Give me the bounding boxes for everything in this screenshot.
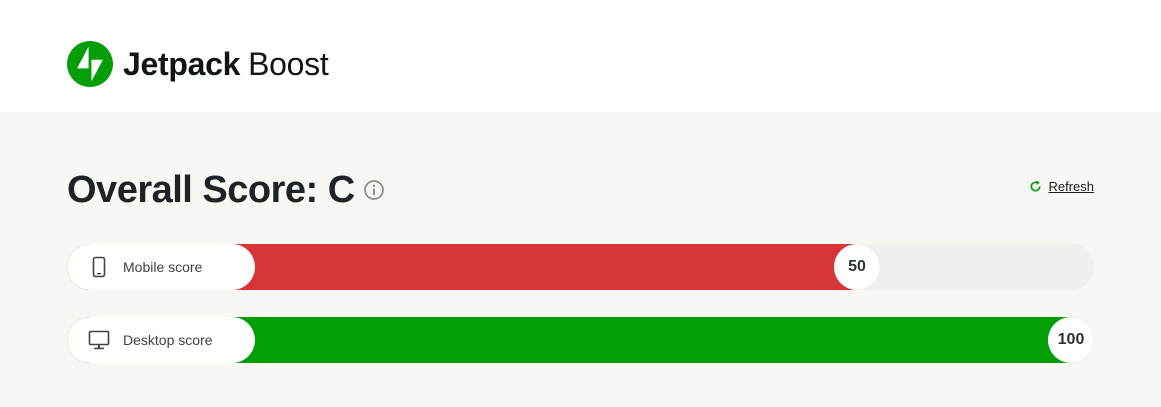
desktop-score-label: Desktop score (67, 317, 255, 363)
page-title: Overall Score: C (67, 169, 355, 211)
mobile-score-text: Mobile score (123, 259, 203, 275)
mobile-score-label: Mobile score (67, 244, 255, 290)
refresh-icon (1030, 180, 1041, 192)
mobile-icon (92, 256, 106, 278)
jetpack-boost-logo: Jetpack Boost (67, 41, 329, 87)
mobile-score-bar: Mobile score 50 (67, 244, 1094, 290)
score-heading: Overall Score: C (67, 168, 385, 212)
desktop-score-bar: Desktop score 100 (67, 317, 1094, 363)
refresh-label: Refresh (1048, 179, 1094, 194)
logo-text: Jetpack Boost (123, 46, 329, 82)
mobile-score-value: 50 (834, 244, 880, 290)
header: Jetpack Boost (0, 0, 1161, 112)
jetpack-bolt-icon (67, 41, 113, 87)
logo-product: Boost (248, 46, 329, 82)
refresh-button[interactable]: Refresh (1029, 179, 1094, 194)
desktop-icon (88, 330, 110, 350)
desktop-score-value: 100 (1048, 317, 1094, 363)
desktop-score-text: Desktop score (123, 332, 213, 348)
logo-brand: Jetpack (123, 46, 241, 82)
info-icon[interactable] (363, 179, 385, 201)
